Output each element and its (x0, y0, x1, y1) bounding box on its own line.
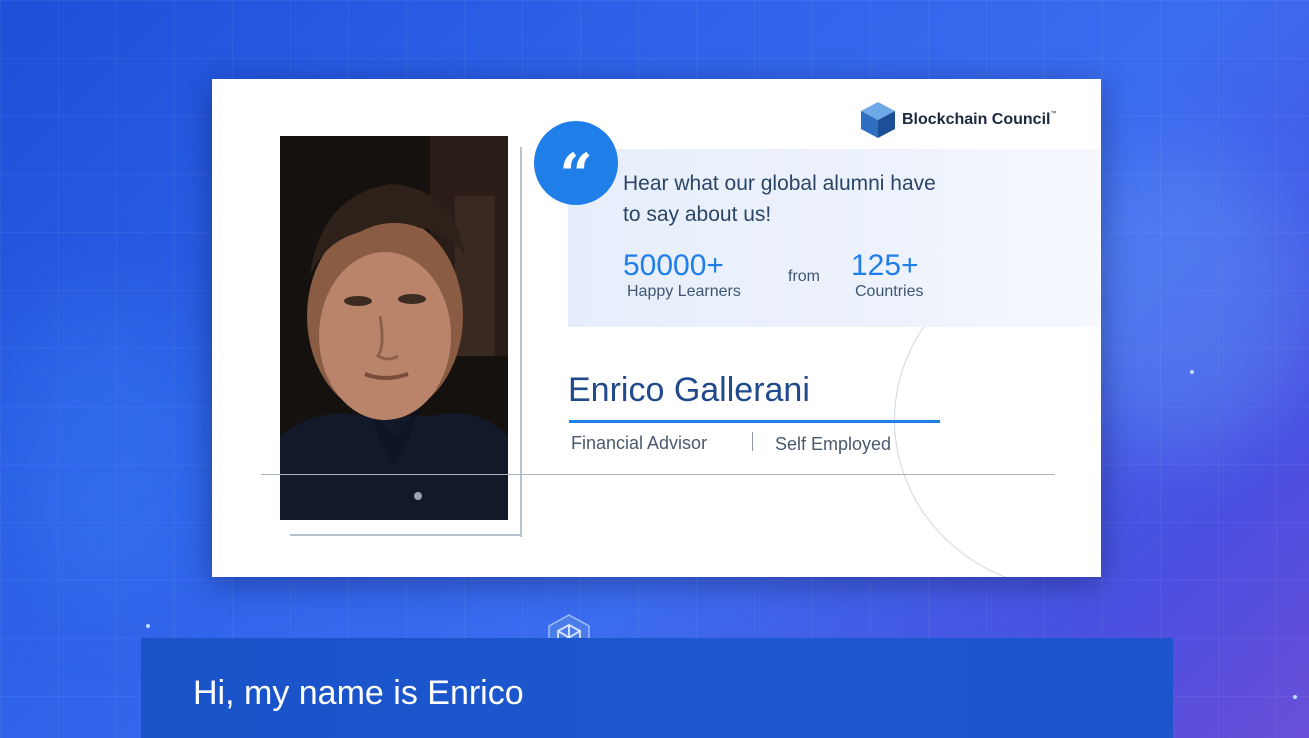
photo-frame-line (290, 534, 522, 536)
brand-name: Blockchain Council™ (902, 111, 1057, 128)
stats-connector: from (788, 268, 820, 285)
speaker-video-frame (280, 136, 508, 520)
speaker-company: Self Employed (775, 434, 892, 454)
quote-mark-icon: “ (534, 121, 618, 205)
learners-label: Happy Learners (627, 283, 741, 300)
subtitle-text: Hi, my name is Enrico (193, 674, 524, 712)
testimonial-card: “ Hear what our global alumni have to sa… (212, 79, 1101, 577)
photo-frame-line (520, 147, 522, 537)
background-glow (0, 300, 200, 600)
name-underline (569, 420, 940, 423)
countries-label: Countries (855, 283, 924, 300)
cube-logo-icon (861, 102, 895, 138)
speaker-role: Financial Advisor (571, 433, 708, 453)
brand-logo: Blockchain Council™ (860, 101, 1056, 139)
speaker-name: Enrico Gallerani (568, 371, 810, 409)
speaker-portrait (280, 136, 508, 520)
sparkle (146, 624, 150, 628)
sparkle (1293, 695, 1297, 699)
sparkle (1190, 370, 1194, 374)
headline: Hear what our global alumni have to say … (623, 172, 936, 226)
subtitle-bar: Hi, my name is Enrico (141, 638, 1173, 738)
countries-count: 125+ (851, 249, 919, 282)
role-divider (752, 432, 753, 451)
card-divider (261, 474, 1055, 475)
learners-count: 50000+ (623, 249, 724, 282)
